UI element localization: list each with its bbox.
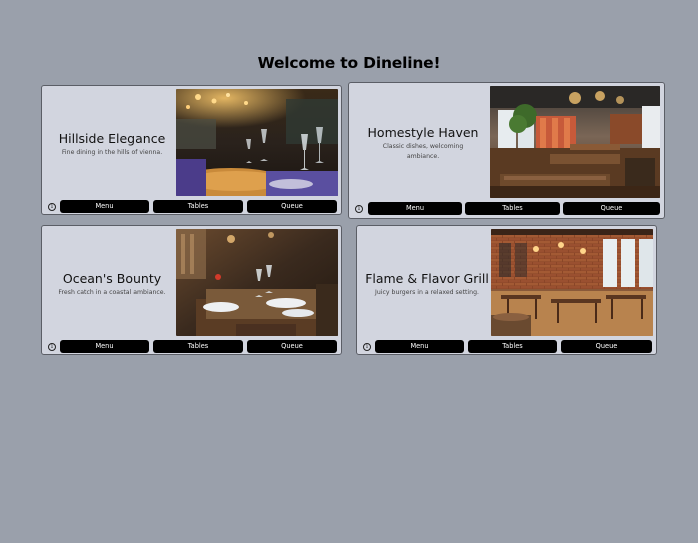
- restaurant-info: Flame & Flavor Grill Juicy burgers in a …: [363, 271, 491, 298]
- restaurant-description: Fresh catch in a coastal ambiance.: [58, 289, 166, 296]
- restaurant-info: Ocean's Bounty Fresh catch in a coastal …: [50, 271, 174, 298]
- queue-button[interactable]: Queue: [561, 340, 652, 353]
- menu-button[interactable]: Menu: [60, 340, 149, 353]
- queue-button[interactable]: Queue: [247, 200, 337, 213]
- restaurant-photo: [176, 89, 338, 196]
- tables-button[interactable]: Tables: [153, 340, 243, 353]
- restaurant-card-oceans-bounty: Ocean's Bounty Fresh catch in a coastal …: [41, 225, 342, 355]
- info-icon[interactable]: i: [48, 203, 56, 211]
- restaurant-name: Flame & Flavor Grill: [365, 271, 489, 286]
- tables-button[interactable]: Tables: [465, 202, 560, 215]
- restaurant-info: Hillside Elegance Fine dining in the hil…: [50, 131, 174, 158]
- restaurant-description: Classic dishes, welcoming ambiance.: [382, 143, 464, 160]
- restaurant-photo: [490, 86, 660, 198]
- menu-button[interactable]: Menu: [60, 200, 149, 213]
- restaurant-photo: [176, 229, 338, 336]
- restaurant-card-homestyle-haven: Homestyle Haven Classic dishes, welcomin…: [348, 82, 665, 219]
- restaurant-name: Ocean's Bounty: [62, 271, 162, 286]
- restaurant-name: Hillside Elegance: [58, 131, 166, 146]
- menu-button[interactable]: Menu: [375, 340, 464, 353]
- queue-button[interactable]: Queue: [247, 340, 337, 353]
- info-icon[interactable]: i: [48, 343, 56, 351]
- restaurant-card-hillside-elegance: Hillside Elegance Fine dining in the hil…: [41, 85, 342, 215]
- page-title: Welcome to Dineline!: [257, 54, 441, 72]
- info-icon[interactable]: i: [363, 343, 371, 351]
- restaurant-photo: [491, 229, 653, 336]
- restaurant-name: Homestyle Haven: [367, 125, 479, 140]
- restaurant-card-flame-and-flavor-grill: Flame & Flavor Grill Juicy burgers in a …: [356, 225, 657, 355]
- restaurant-info: Homestyle Haven Classic dishes, welcomin…: [363, 125, 483, 162]
- restaurant-description: Juicy burgers in a relaxed setting.: [375, 289, 479, 296]
- tables-button[interactable]: Tables: [468, 340, 557, 353]
- info-icon[interactable]: i: [355, 205, 363, 213]
- tables-button[interactable]: Tables: [153, 200, 243, 213]
- queue-button[interactable]: Queue: [563, 202, 660, 215]
- restaurant-description: Fine dining in the hills of vienna.: [61, 149, 163, 156]
- menu-button[interactable]: Menu: [368, 202, 462, 215]
